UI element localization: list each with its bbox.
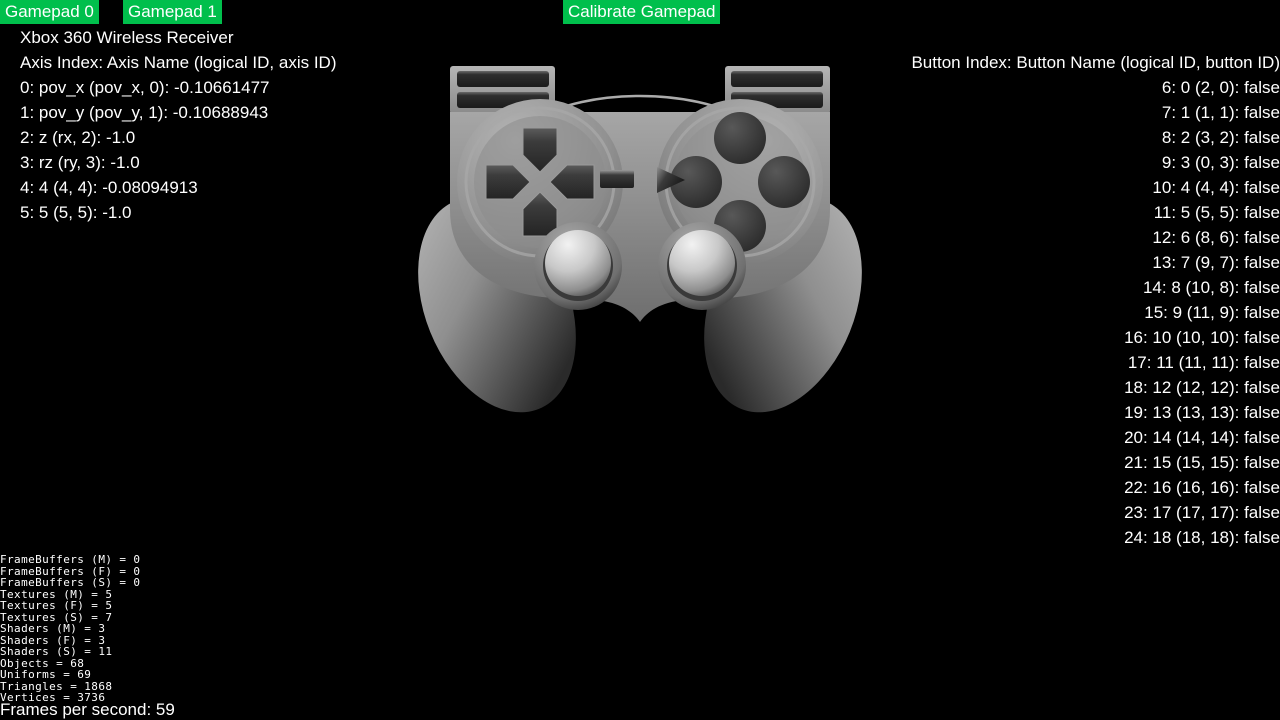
axis-row: 0: pov_x (pov_x, 0): -0.10661477 xyxy=(20,78,270,97)
face-button-right xyxy=(758,156,810,208)
device-name: Xbox 360 Wireless Receiver xyxy=(20,28,234,47)
analog-stick-left xyxy=(534,222,622,310)
button-row: 20: 14 (14, 14): false xyxy=(1124,428,1280,447)
stat-line: Uniforms = 69 xyxy=(0,668,92,681)
stat-line: FrameBuffers (M) = 0 xyxy=(0,553,141,566)
button-row: 21: 15 (15, 15): false xyxy=(1124,453,1280,472)
axis-list-header: Axis Index: Axis Name (logical ID, axis … xyxy=(20,53,337,72)
button-row: 22: 16 (16, 16): false xyxy=(1124,478,1280,497)
axis-row: 5: 5 (5, 5): -1.0 xyxy=(20,203,132,222)
button-row: 24: 18 (18, 18): false xyxy=(1124,528,1280,547)
axis-row: 1: pov_y (pov_y, 1): -0.10688943 xyxy=(20,103,269,122)
stat-line: Shaders (M) = 3 xyxy=(0,622,106,635)
tab-gamepad-1[interactable]: Gamepad 1 xyxy=(123,0,222,24)
tab-gamepad-1-label: Gamepad 1 xyxy=(128,2,217,21)
axis-row: 2: z (rx, 2): -1.0 xyxy=(20,128,136,147)
calibrate-gamepad-label: Calibrate Gamepad xyxy=(568,2,716,21)
calibrate-gamepad-button[interactable]: Calibrate Gamepad xyxy=(563,0,721,24)
render-stats-panel: FrameBuffers (M) = 0 FrameBuffers (F) = … xyxy=(0,554,140,704)
axis-row: 3: rz (ry, 3): -1.0 xyxy=(20,153,140,172)
axis-info-panel: Xbox 360 Wireless Receiver Axis Index: A… xyxy=(20,25,440,225)
analog-stick-right xyxy=(658,222,746,310)
stat-line: Shaders (S) = 11 xyxy=(0,645,113,658)
stat-line: Textures (F) = 5 xyxy=(0,599,113,612)
face-button-top xyxy=(714,112,766,164)
stat-line: FrameBuffers (S) = 0 xyxy=(0,576,141,589)
tab-gamepad-0[interactable]: Gamepad 0 xyxy=(0,0,99,24)
fps-counter: Frames per second: 59 xyxy=(0,700,175,719)
select-button-icon xyxy=(600,170,634,188)
axis-row: 4: 4 (4, 4): -0.08094913 xyxy=(20,178,198,197)
gamepad-illustration xyxy=(385,60,895,420)
tab-gamepad-0-label: Gamepad 0 xyxy=(5,2,94,21)
button-row: 23: 17 (17, 17): false xyxy=(1124,503,1280,522)
